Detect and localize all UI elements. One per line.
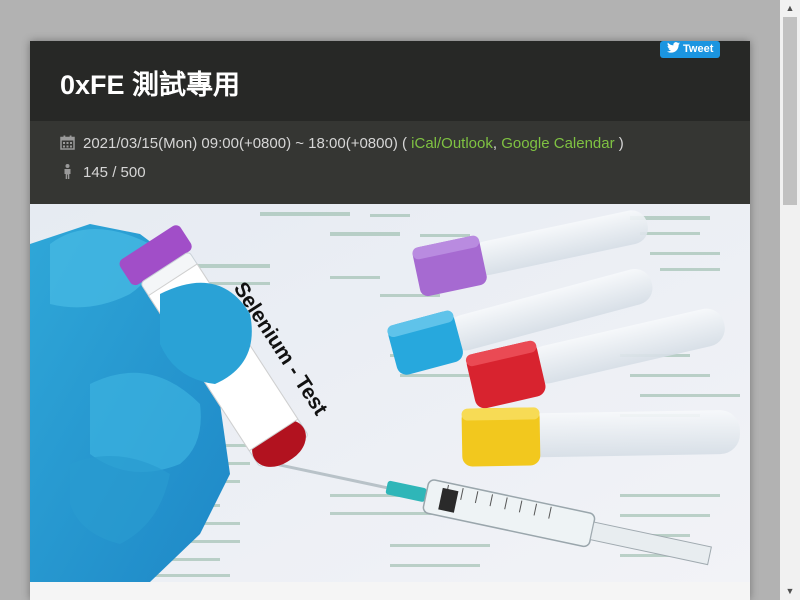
blood-test-tubes-photo: Selenium - Test (30, 204, 750, 582)
person-icon (64, 164, 71, 179)
event-datetime-row: 2021/03/15(Mon) 09:00(+0800) ~ 18:00(+08… (60, 135, 624, 152)
scroll-thumb[interactable] (783, 17, 797, 205)
event-meta: 2021/03/15(Mon) 09:00(+0800) ~ 18:00(+08… (30, 121, 750, 204)
calendar-icon (60, 135, 75, 150)
calendar-link-separator: , (492, 135, 498, 152)
attendance-count: 145 / 500 (83, 164, 146, 181)
event-attendance-row: 145 / 500 (60, 164, 146, 181)
twitter-bird-icon (667, 42, 680, 53)
event-card: 0xFE 測試專用 Tweet 2021/03/15(Mon) 09:00(+0… (30, 41, 750, 600)
event-header: 0xFE 測試專用 Tweet (30, 41, 750, 121)
ical-outlook-link[interactable]: iCal/Outlook (411, 135, 493, 152)
tweet-label: Tweet (683, 43, 714, 55)
event-title: 0xFE 測試專用 (60, 70, 241, 100)
event-datetime: 2021/03/15(Mon) 09:00(+0800) ~ 18:00(+08… (83, 135, 407, 152)
scroll-down-arrow-icon[interactable]: ▼ (780, 583, 800, 600)
page-scrollbar[interactable]: ▲ ▼ (780, 0, 800, 600)
scroll-up-arrow-icon[interactable]: ▲ (780, 0, 800, 17)
event-hero-image: Selenium - Test (30, 204, 750, 582)
calendar-links-close: ) (618, 135, 624, 152)
google-calendar-link[interactable]: Google Calendar (501, 135, 614, 152)
tweet-button[interactable]: Tweet (660, 41, 720, 58)
